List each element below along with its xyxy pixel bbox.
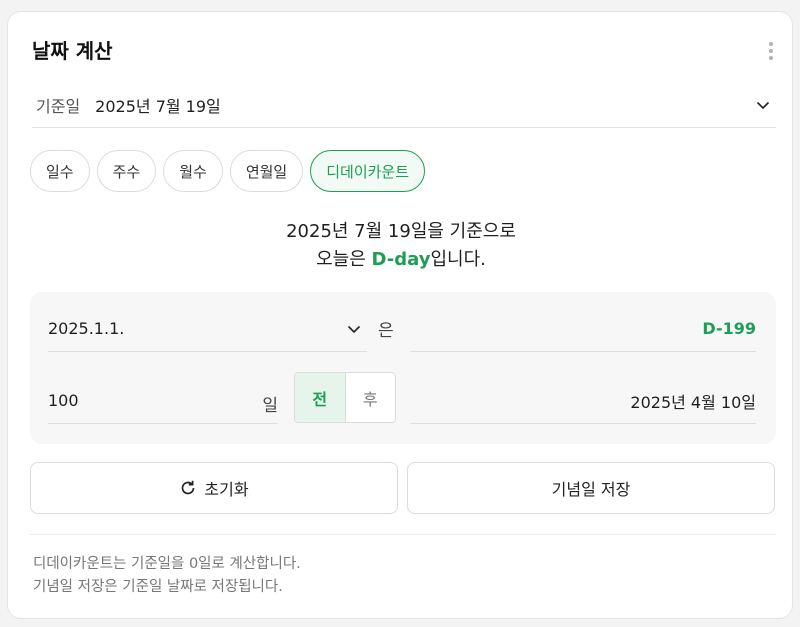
note-line-2: 기념일 저장은 기준일 날짜로 저장됩니다. [33,579,283,595]
card-title: 날짜 계산 [32,39,113,63]
summary-line-2: 오늘은 D-day입니다. [8,246,794,274]
tab-ymd[interactable]: 연월일 [229,150,304,192]
days-unit-label: 일 [262,396,278,416]
more-options-icon[interactable] [768,42,774,62]
before-after-toggle: 전 후 [294,372,396,423]
base-date-label: 기준일 [36,96,81,116]
tab-days[interactable]: 일수 [30,150,90,192]
target-date-select[interactable]: 2025.1.1. [48,306,367,352]
before-button[interactable]: 전 [295,373,346,422]
days-field[interactable]: 일 [48,378,278,424]
chevron-down-icon [347,322,361,336]
date-calculator-card: 날짜 계산 기준일 2025년 7월 19일 일수 주수 월수 연월일 디데이카… [7,11,793,619]
summary-suffix: 입니다. [430,249,486,270]
dday-highlight: D-day [371,249,431,270]
reset-button[interactable]: 초기화 [30,462,398,514]
target-date-value: 2025.1.1. [48,319,125,338]
summary-prefix: 오늘은 [316,249,372,270]
calc-mode-tabs: 일수 주수 월수 연월일 디데이카운트 [30,150,426,192]
note-line-1: 디데이카운트는 기준일을 0일로 계산합니다. [33,556,301,572]
tab-dday-count[interactable]: 디데이카운트 [310,150,426,192]
summary-text: 2025년 7월 19일을 기준으로 오늘은 D-day입니다. [8,218,794,274]
refresh-icon [182,480,195,495]
base-date-selector[interactable]: 기준일 2025년 7월 19일 [32,82,776,128]
particle-label: 은 [378,321,394,341]
days-input[interactable] [48,391,228,410]
save-anniversary-button[interactable]: 기념일 저장 [407,462,775,514]
tab-months[interactable]: 월수 [163,150,223,192]
after-button[interactable]: 후 [346,373,396,422]
summary-line-1: 2025년 7월 19일을 기준으로 [286,221,516,242]
chevron-down-icon [756,98,770,112]
calc-panel: 2025.1.1. 은 D-199 일 전 후 2025년 4월 10일 [30,292,776,444]
reset-label: 초기화 [204,480,249,499]
result-date: 2025년 4월 10일 [410,378,756,424]
dday-result: D-199 [410,306,756,352]
tab-weeks[interactable]: 주수 [96,150,157,192]
divider [30,534,776,535]
dday-result-value: D-199 [702,319,756,338]
help-notes: 디데이카운트는 기준일을 0일로 계산합니다. 기념일 저장은 기준일 날짜로 … [33,553,301,599]
base-date-value: 2025년 7월 19일 [95,96,221,116]
